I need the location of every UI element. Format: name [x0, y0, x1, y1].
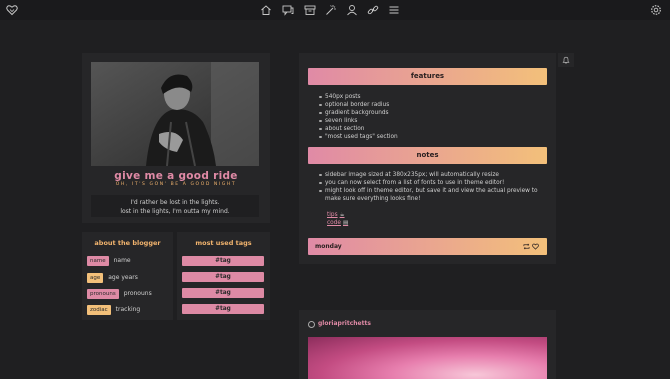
top-navigation-bar [0, 0, 670, 20]
heart-icon[interactable] [532, 243, 539, 250]
post-image [308, 337, 547, 379]
sidebar-image [91, 62, 259, 166]
list-item: seven links [319, 117, 398, 125]
blog-description: I'd rather be lost in the lights. lost i… [91, 195, 259, 217]
link-icon[interactable] [367, 4, 379, 16]
archive-icon[interactable] [304, 4, 316, 16]
tips-link[interactable]: tips ☕ [327, 212, 345, 218]
about-value: age years [108, 274, 138, 281]
features-list: 540px posts optional border radius gradi… [319, 93, 398, 141]
about-value: name [113, 257, 131, 264]
about-chip: name [87, 255, 109, 266]
about-row-zodiac: zodiac tracking [87, 304, 140, 315]
description-line: lost in the lights, I'm outta my mind. [120, 208, 230, 215]
bell-icon [562, 56, 570, 64]
home-icon[interactable] [260, 4, 272, 16]
heart-logo-icon[interactable] [6, 4, 18, 16]
list-item: "most used tags" section [319, 133, 398, 141]
text-post: features 540px posts optional border rad… [299, 53, 556, 264]
post-date[interactable]: monday [315, 238, 342, 255]
about-chip: zodiac [87, 304, 111, 315]
settings-icon[interactable] [650, 4, 662, 16]
features-heading: features [308, 68, 547, 85]
list-item: gradient backgrounds [319, 109, 398, 117]
notification-button[interactable] [558, 53, 574, 67]
tag-link[interactable]: #tag [182, 272, 264, 282]
list-item: sidebar image sized at 380x235px; will a… [319, 171, 544, 179]
about-chip: age [87, 272, 104, 283]
code-link-label: code [327, 220, 341, 226]
blog-title: give me a good ride [114, 170, 238, 182]
about-value: pronouns [123, 290, 152, 297]
about-row-pronouns: pronouns pronouns [87, 288, 152, 299]
menu-icon[interactable] [388, 4, 400, 16]
code-link[interactable]: code ▤ [327, 220, 348, 226]
list-item: might look off in theme editor, but save… [319, 187, 544, 203]
chat-icon[interactable] [282, 4, 294, 16]
coffee-icon: ☕ [339, 212, 345, 218]
photo-post: gloriapritchetts [299, 310, 556, 379]
sidebar-profile: give me a good ride OH, IT'S GON' BE A G… [82, 53, 270, 223]
about-section: about the blogger name name age age year… [82, 232, 173, 320]
post-footer: monday [308, 238, 547, 255]
tag-link[interactable]: #tag [182, 304, 264, 314]
magic-wand-icon[interactable] [325, 4, 337, 16]
document-icon: ▤ [342, 220, 349, 226]
tags-section: most used tags #tag #tag #tag #tag [177, 232, 270, 320]
blog-subtitle: OH, IT'S GON' BE A GOOD NIGHT [115, 182, 237, 187]
list-item: optional border radius [319, 101, 398, 109]
description-line: I'd rather be lost in the lights. [130, 199, 220, 206]
tag-link[interactable]: #tag [182, 288, 264, 298]
about-row-name: name name [87, 255, 131, 266]
reblog-icon[interactable] [523, 243, 530, 250]
list-item: you can now select from a list of fonts … [319, 179, 544, 187]
post-username[interactable]: gloriapritchetts [318, 320, 371, 327]
list-item: about section [319, 125, 398, 133]
list-item: 540px posts [319, 93, 398, 101]
about-row-age: age age years [87, 272, 138, 283]
tags-heading: most used tags [195, 239, 252, 247]
tag-link[interactable]: #tag [182, 256, 264, 266]
avatar[interactable] [308, 321, 315, 328]
notes-heading: notes [308, 147, 547, 164]
about-heading: about the blogger [94, 239, 161, 247]
about-value: tracking [115, 306, 141, 313]
tips-link-label: tips [327, 212, 338, 218]
notes-list: sidebar image sized at 380x235px; will a… [319, 171, 544, 203]
about-chip: pronouns [87, 288, 119, 299]
user-icon[interactable] [346, 4, 358, 16]
